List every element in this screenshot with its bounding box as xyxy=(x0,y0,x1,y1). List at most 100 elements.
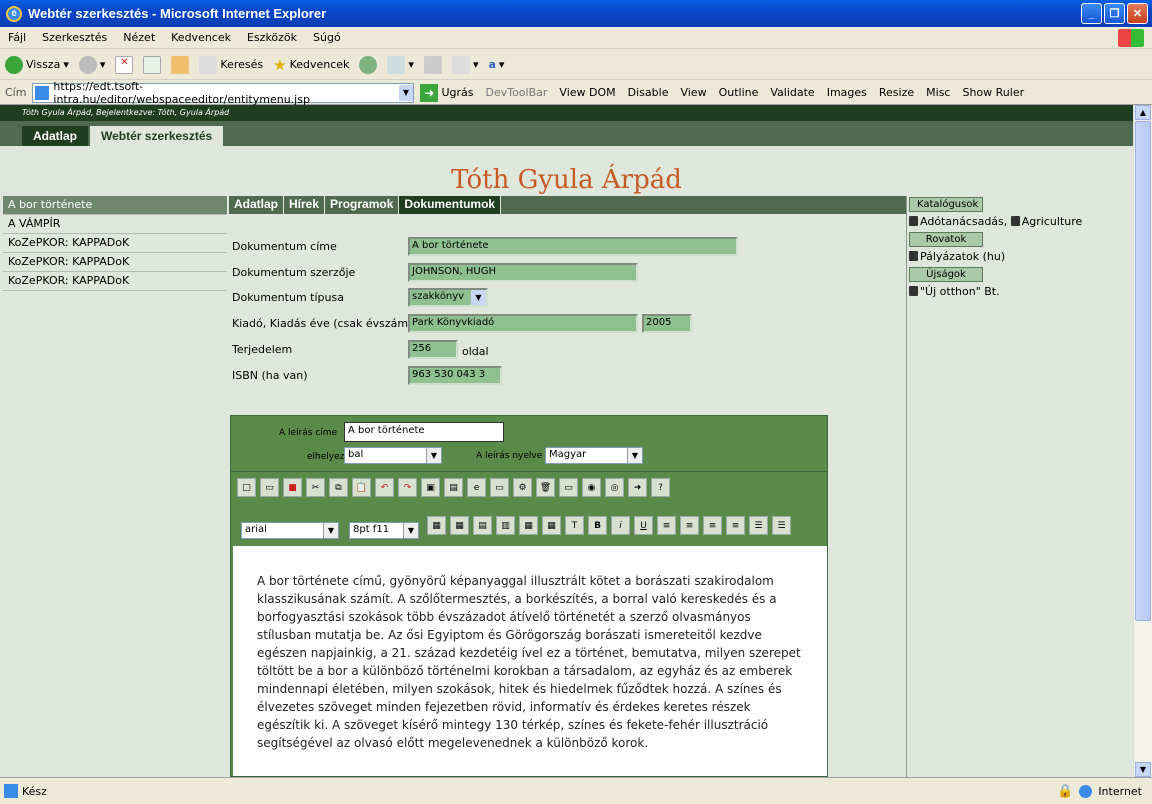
insert-row-icon[interactable]: ▤ xyxy=(473,516,492,535)
forward-button[interactable]: ▾ xyxy=(78,55,105,74)
menu-file[interactable]: Fájl xyxy=(0,31,34,44)
merge-cells-icon[interactable]: ▦ xyxy=(519,516,538,535)
dev-misc[interactable]: Misc xyxy=(926,86,950,99)
dev-resize[interactable]: Resize xyxy=(879,86,914,99)
vertical-scrollbar[interactable]: ▲ ▼ xyxy=(1133,105,1152,777)
scroll-thumb[interactable] xyxy=(1135,121,1151,621)
menu-edit[interactable]: Szerkesztés xyxy=(34,31,115,44)
delete-icon[interactable]: 🗑 xyxy=(536,478,555,497)
address-input[interactable]: https://edt.tsoft-intra.hu/editor/webspa… xyxy=(32,80,415,106)
dev-disable[interactable]: Disable xyxy=(628,86,669,99)
list-item[interactable]: A VÁMPÍR xyxy=(3,215,227,234)
preview-icon[interactable]: ▤ xyxy=(444,478,463,497)
list-item[interactable]: KoZePKOR: KAPPADoK xyxy=(3,234,227,253)
dev-view[interactable]: View xyxy=(680,86,706,99)
align-center-icon[interactable]: ≡ xyxy=(680,516,699,535)
list-item[interactable]: KoZePKOR: KAPPADoK xyxy=(3,253,227,272)
cut-icon[interactable]: ✂ xyxy=(306,478,325,497)
search-button[interactable]: Keresés xyxy=(199,55,263,74)
trash-icon[interactable] xyxy=(909,286,918,296)
image-icon[interactable]: ▣ xyxy=(421,478,440,497)
table-props-icon[interactable]: ▦ xyxy=(450,516,469,535)
isbn-field[interactable]: 963 530 043 3 xyxy=(408,366,502,385)
list-item[interactable]: A bor története xyxy=(3,196,227,215)
anchor-icon[interactable]: ▭ xyxy=(490,478,509,497)
media-icon[interactable]: ◎ xyxy=(605,478,624,497)
align-right-icon[interactable]: ≡ xyxy=(703,516,722,535)
new-doc-icon[interactable]: □ xyxy=(237,478,256,497)
bold-icon[interactable]: B xyxy=(588,516,607,535)
history-button[interactable] xyxy=(359,55,378,74)
paste-icon[interactable]: 📋 xyxy=(352,478,371,497)
save-icon[interactable]: ■ xyxy=(283,478,302,497)
placement-select[interactable]: bal ▼ xyxy=(344,447,442,464)
trash-icon[interactable] xyxy=(909,216,918,226)
language-select[interactable]: Magyar ▼ xyxy=(545,447,643,464)
close-button[interactable]: ✕ xyxy=(1127,3,1148,24)
scroll-up-icon[interactable]: ▲ xyxy=(1135,105,1151,120)
tab-programok[interactable]: Programok xyxy=(325,196,400,214)
favorites-button[interactable]: ★ Kedvencek xyxy=(273,56,349,74)
title-field[interactable]: A bor története xyxy=(408,237,738,256)
menu-help[interactable]: Súgó xyxy=(305,31,349,44)
scroll-down-icon[interactable]: ▼ xyxy=(1135,762,1151,777)
redo-icon[interactable]: ↷ xyxy=(398,478,417,497)
edit-button[interactable]: ▾ xyxy=(451,55,478,74)
description-text[interactable]: A bor története című, gyönyörű képanyagg… xyxy=(233,546,827,776)
trash-icon[interactable] xyxy=(909,251,918,261)
bullet-list-icon[interactable]: ☰ xyxy=(749,516,768,535)
publisher-field[interactable]: Park Könyvkiadó xyxy=(408,314,638,333)
mail-button[interactable]: ▾ xyxy=(387,55,414,74)
minimize-button[interactable]: _ xyxy=(1081,3,1102,24)
dev-view-dom[interactable]: View DOM xyxy=(559,86,615,99)
author-field[interactable]: JOHNSON, HUGH xyxy=(408,263,638,282)
justify-icon[interactable]: ≡ xyxy=(726,516,745,535)
font-size-select[interactable]: 8pt f11 ▼ xyxy=(349,522,419,539)
tab-hirek[interactable]: Hírek xyxy=(284,196,326,214)
address-dropdown-icon[interactable]: ▼ xyxy=(398,84,414,101)
indent-icon[interactable]: ☰ xyxy=(772,516,791,535)
italic-icon[interactable]: i xyxy=(611,516,630,535)
split-cells-icon[interactable]: ▦ xyxy=(542,516,561,535)
folder-icon[interactable]: ▭ xyxy=(559,478,578,497)
dev-show-ruler[interactable]: Show Ruler xyxy=(962,86,1024,99)
pages-field[interactable]: 256 xyxy=(408,340,458,359)
translate-button[interactable]: a ▾ xyxy=(488,58,504,71)
dev-outline[interactable]: Outline xyxy=(719,86,759,99)
type-select[interactable]: szakkönyv ▼ xyxy=(408,288,488,307)
home-button[interactable] xyxy=(171,55,190,74)
tab-adatlap-section[interactable]: Adatlap xyxy=(229,196,285,214)
stop-button[interactable]: ✕ xyxy=(115,55,134,74)
trash-icon[interactable] xyxy=(1010,216,1020,226)
open-folder-icon[interactable]: ▭ xyxy=(260,478,279,497)
font-select[interactable]: arial ▼ xyxy=(241,522,339,539)
table-icon[interactable]: ▦ xyxy=(427,516,446,535)
align-left-icon[interactable]: ≡ xyxy=(657,516,676,535)
rovatok-button[interactable]: Rovatok xyxy=(909,232,983,247)
list-item[interactable]: KoZePKOR: KAPPADoK xyxy=(3,272,227,291)
tab-dokumentumok[interactable]: Dokumentumok xyxy=(399,196,502,214)
text-format-icon[interactable]: T xyxy=(565,516,584,535)
print-button[interactable] xyxy=(423,55,442,74)
menu-favorites[interactable]: Kedvencek xyxy=(163,31,239,44)
refresh-button[interactable] xyxy=(143,55,162,74)
desc-title-input[interactable]: A bor története xyxy=(344,422,504,442)
properties-icon[interactable]: ⚙ xyxy=(513,478,532,497)
tab-adatlap[interactable]: Adatlap xyxy=(22,126,89,146)
tab-webter-szerkesztes[interactable]: Webtér szerkesztés xyxy=(90,126,224,146)
ujsagok-button[interactable]: Újságok xyxy=(909,267,983,282)
menu-view[interactable]: Nézet xyxy=(115,31,163,44)
dev-validate[interactable]: Validate xyxy=(770,86,814,99)
help-icon[interactable]: ? xyxy=(651,478,670,497)
view-icon[interactable]: ◉ xyxy=(582,478,601,497)
back-button[interactable]: Vissza ▾ xyxy=(5,55,69,74)
export-icon[interactable]: ➜ xyxy=(628,478,647,497)
go-button[interactable]: ➜ Ugrás xyxy=(420,83,473,102)
insert-column-icon[interactable]: ▥ xyxy=(496,516,515,535)
dev-images[interactable]: Images xyxy=(827,86,867,99)
menu-tools[interactable]: Eszközök xyxy=(239,31,305,44)
catalog-button[interactable]: Katalógusok xyxy=(909,197,983,212)
underline-icon[interactable]: U xyxy=(634,516,653,535)
undo-icon[interactable]: ↶ xyxy=(375,478,394,497)
maximize-button[interactable]: ❐ xyxy=(1104,3,1125,24)
